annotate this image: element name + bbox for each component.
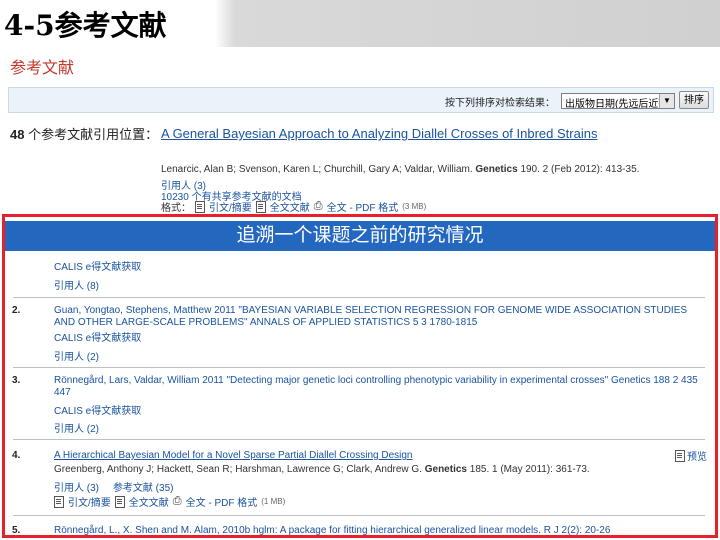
reference-title-link[interactable]: A Hierarchical Bayesian Model for a Nove…	[54, 450, 614, 462]
reference-citation: 185. 1 (May 2011): 361-73.	[469, 464, 590, 475]
document-icon	[195, 200, 205, 213]
reference-number: 2.	[12, 305, 21, 316]
document-icon	[255, 200, 266, 213]
document-icon	[54, 495, 64, 508]
pdf-icon: ⎙	[313, 200, 323, 212]
reference-authors: Greenberg, Anthony J; Hackett, Sean R; H…	[54, 464, 422, 475]
reference-text: Rönnegård, Lars, Valdar, William 2011 "D…	[54, 375, 698, 398]
pdf-size: (3 MB)	[402, 202, 427, 211]
cited-by-link[interactable]: 引用人 (2)	[54, 420, 99, 435]
row-divider	[13, 297, 705, 298]
results-highlight-frame: 追溯一个课题之前的研究情况 CALIS e得文献获取 引用人 (8) 2. Gu…	[2, 214, 718, 538]
section-heading: 参考文献	[10, 60, 75, 77]
abstract-link[interactable]: 引文/摘要	[209, 199, 252, 214]
pdf-link[interactable]: 全文 - PDF 格式	[186, 494, 258, 509]
reference-journal: Genetics	[424, 464, 467, 475]
fulltext-link[interactable]: 全文文献	[129, 494, 169, 509]
reference-format-row: 引文/摘要 全文文献 ⎙ 全文 - PDF 格式 (1 MB)	[54, 494, 285, 509]
source-journal: Genetics	[475, 164, 518, 175]
citation-count-label: 个参考文献引用位置：	[28, 127, 159, 142]
cited-by-link[interactable]: 引用人 (3)	[54, 483, 99, 494]
reference-number: 5.	[12, 525, 21, 536]
sort-bar: 按下列排序对检索结果： 出版物日期(先远后近) ▼ 排序	[8, 87, 714, 113]
document-icon	[114, 495, 125, 508]
chevron-down-icon[interactable]: ▼	[659, 94, 674, 108]
slide-title: 4-5参考文献	[4, 9, 167, 42]
pdf-icon: ⎙	[172, 495, 182, 507]
sort-button[interactable]: 排序	[679, 91, 709, 109]
source-authors: Lenarcic, Alan B; Svenson, Karen L; Chur…	[161, 164, 473, 175]
source-article-meta: Lenarcic, Alan B; Svenson, Karen L; Chur…	[161, 164, 639, 175]
sort-order-select[interactable]: 出版物日期(先远后近) ▼	[561, 93, 675, 109]
cited-by-link[interactable]: 引用人 (2)	[54, 348, 99, 363]
pdf-size: (1 MB)	[261, 497, 286, 506]
calis-link[interactable]: CALIS e得文献获取	[54, 329, 141, 344]
reference-number: 4.	[12, 450, 21, 461]
cited-by-link[interactable]: 引用人 (8)	[54, 277, 99, 292]
calis-link[interactable]: CALIS e得文献获取	[54, 402, 141, 417]
citation-count-number: 48	[10, 127, 25, 142]
reference-meta: Greenberg, Anthony J; Hackett, Sean R; H…	[54, 464, 702, 476]
format-label: 格式：	[161, 203, 191, 214]
database-page: 参考文献 按下列排序对检索结果： 出版物日期(先远后近) ▼ 排序 48 个参考…	[0, 47, 720, 540]
references-link[interactable]: 参考文献 (35)	[113, 483, 174, 494]
fulltext-link[interactable]: 全文文献	[270, 199, 310, 214]
source-article-title-link[interactable]: A General Bayesian Approach to Analyzing…	[161, 124, 631, 143]
source-format-row: 格式： 引文/摘要 全文文献 ⎙ 全文 - PDF 格式 (3 MB)	[161, 199, 426, 214]
reference-number: 3.	[12, 375, 21, 386]
preview-icon	[675, 449, 685, 462]
calis-link[interactable]: CALIS e得文献获取	[54, 258, 141, 273]
pdf-link[interactable]: 全文 - PDF 格式	[327, 199, 399, 214]
source-citation: 190. 2 (Feb 2012): 413-35.	[520, 164, 640, 175]
annotation-banner: 追溯一个课题之前的研究情况	[5, 221, 715, 251]
preview-label: 预览	[687, 452, 707, 463]
preview-link[interactable]: 预览	[675, 448, 707, 463]
reference-text: Rönnegård, L., X. Shen and M. Alam, 2010…	[54, 525, 611, 536]
citation-count: 48 个参考文献引用位置：	[10, 124, 158, 143]
row-divider	[13, 515, 705, 516]
reference-text: Guan, Yongtao, Stephens, Matthew 2011 "B…	[54, 305, 688, 328]
sort-order-value: 出版物日期(先远后近)	[565, 99, 662, 109]
abstract-link[interactable]: 引文/摘要	[68, 494, 111, 509]
sort-label: 按下列排序对检索结果：	[445, 98, 555, 109]
row-divider	[13, 367, 705, 368]
row-divider	[13, 439, 705, 440]
cited-by-and-refs: 引用人 (3) 参考文献 (35)	[54, 479, 173, 494]
